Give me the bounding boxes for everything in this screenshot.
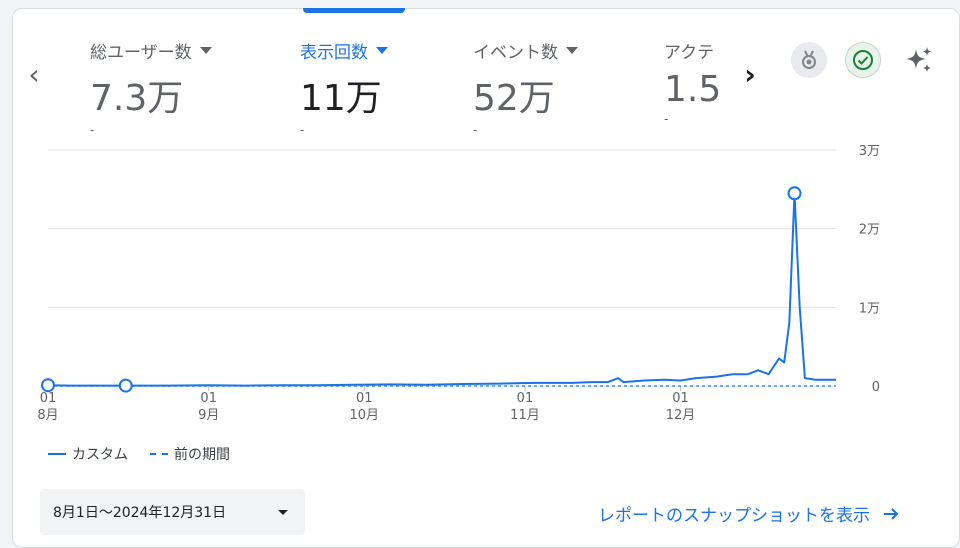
legend-item-current: カスタム xyxy=(48,444,128,464)
x-tick-day: 01 xyxy=(672,391,689,406)
check-circle-icon[interactable] xyxy=(845,42,881,78)
x-tick-day: 01 xyxy=(517,391,534,406)
data-point-marker xyxy=(41,378,55,393)
y-tick-label: 2万 xyxy=(859,223,880,238)
metric-label: 表示回数 xyxy=(300,43,368,63)
x-tick-month: 11月 xyxy=(510,408,540,423)
line-chart: 3万 2万 1万 0 01 8月 01 9月 01 10月 01 11月 01 12月 xyxy=(37,144,880,423)
metric-active[interactable]: アクテ 1.5 - xyxy=(664,38,730,130)
metric-change: - xyxy=(473,123,478,137)
snapshot-label: レポートのスナップショットを表示 xyxy=(598,506,870,526)
metric-value: 11万 xyxy=(300,78,382,119)
x-tick-month: 9月 xyxy=(198,408,219,423)
y-tick-label: 1万 xyxy=(859,301,880,316)
series-line-current xyxy=(47,192,836,387)
arrow-right-icon xyxy=(884,507,899,520)
metric-change: - xyxy=(90,123,95,137)
metric-value: 7.3万 xyxy=(90,78,184,119)
caret-down-icon xyxy=(278,510,288,515)
metric-label: アクテ xyxy=(664,43,715,63)
legend-label: カスタム xyxy=(72,447,128,463)
legend-label: 前の期間 xyxy=(174,447,230,463)
metric-change: - xyxy=(664,112,669,126)
caret-down-icon xyxy=(199,47,212,54)
x-tick-month: 8月 xyxy=(37,408,58,423)
view-snapshot-link[interactable]: レポートのスナップショットを表示 xyxy=(598,501,900,526)
x-tick-month: 12月 xyxy=(666,408,696,423)
metric-label: 総ユーザー数 xyxy=(90,43,192,63)
x-tick-month: 10月 xyxy=(349,408,379,423)
metric-value: 52万 xyxy=(473,78,555,119)
caret-down-icon xyxy=(566,47,578,54)
metric-label: イベント数 xyxy=(473,43,558,63)
metric-change: - xyxy=(300,123,305,137)
metric-value: 1.5 xyxy=(664,69,722,110)
sparkle-icon[interactable] xyxy=(901,42,937,78)
medal-icon[interactable] xyxy=(791,42,827,78)
caret-down-icon xyxy=(376,47,388,54)
date-range-label: 8月1日〜2024年12月31日 xyxy=(53,505,227,521)
active-metric-indicator xyxy=(303,8,405,13)
y-tick-label: 0 xyxy=(872,380,880,395)
solid-line-swatch xyxy=(48,453,66,455)
legend-item-previous: 前の期間 xyxy=(150,444,230,464)
chart-legend: カスタム 前の期間 xyxy=(48,444,230,464)
x-tick-day: 01 xyxy=(40,391,57,406)
y-tick-label: 3万 xyxy=(859,144,880,159)
x-tick-day: 01 xyxy=(356,391,373,406)
data-point-marker xyxy=(787,186,802,201)
chevron-left-icon[interactable]: ‹ xyxy=(22,58,46,92)
dashed-line-swatch xyxy=(150,453,168,455)
chevron-right-icon[interactable]: › xyxy=(738,58,762,92)
metric-total-users[interactable]: 総ユーザー数 7.3万 - xyxy=(90,38,212,137)
x-tick-day: 01 xyxy=(200,391,217,406)
date-range-dropdown[interactable]: 8月1日〜2024年12月31日 xyxy=(40,489,305,535)
metric-events[interactable]: イベント数 52万 - xyxy=(473,38,578,137)
data-point-marker xyxy=(118,378,133,393)
metric-views[interactable]: 表示回数 11万 - xyxy=(300,38,388,137)
